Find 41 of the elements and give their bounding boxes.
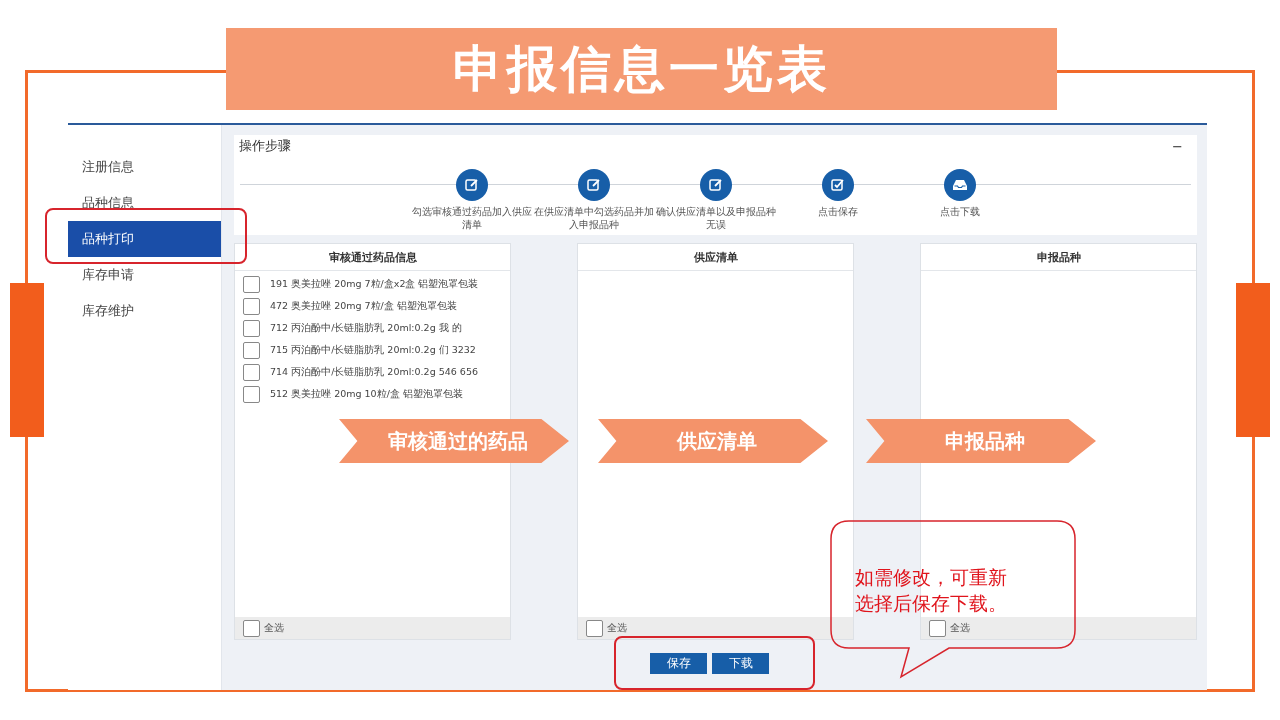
- checkbox[interactable]: [929, 619, 946, 637]
- checkbox[interactable]: [243, 342, 260, 359]
- sidebar-item[interactable]: 库存维护: [68, 293, 221, 329]
- step-label: 点击下载: [939, 205, 981, 218]
- edit-icon: [709, 178, 723, 192]
- drug-item: 715 丙泊酚中/长链脂肪乳 20ml:0.2g 们 3232: [270, 344, 476, 357]
- drug-item: 191 奥美拉唑 20mg 7粒/盒x2盒 铝塑泡罩包装: [270, 278, 479, 291]
- list-title: 审核通过药品信息: [235, 244, 510, 271]
- drug-item: 714 丙泊酚中/长链脂肪乳 20ml:0.2g 546 656: [270, 366, 478, 379]
- sidebar-item[interactable]: 注册信息: [68, 149, 221, 185]
- download-button[interactable]: 下载: [712, 653, 769, 674]
- sidebar-item[interactable]: 品种打印: [68, 221, 221, 257]
- drug-item: 512 奥美拉唑 20mg 10粒/盒 铝塑泡罩包装: [270, 388, 463, 401]
- step-label: 勾选审核通过药品加入供应清单: [411, 205, 533, 231]
- step-label: 确认供应清单以及申报品种无误: [655, 205, 777, 231]
- drug-item: 472 奥美拉唑 20mg 7粒/盒 铝塑泡罩包装: [270, 300, 457, 313]
- slide-title: 申报信息一览表: [226, 28, 1057, 110]
- checkbox[interactable]: [243, 386, 260, 403]
- checkbox[interactable]: [243, 364, 260, 381]
- edit-icon: [587, 178, 601, 192]
- step-label: 点击保存: [817, 205, 859, 218]
- checkbox[interactable]: [243, 298, 260, 315]
- sidebar-item[interactable]: 库存申请: [68, 257, 221, 293]
- list-title: 供应清单: [578, 244, 853, 271]
- collapse-button[interactable]: −: [1172, 138, 1183, 154]
- step-label: 在供应清单中勾选药品并加入申报品种: [533, 205, 655, 231]
- list-title: 申报品种: [921, 244, 1196, 271]
- note-text: 如需修改，可重新 选择后保存下载。: [855, 565, 1007, 616]
- select-all-label: 全选: [950, 621, 970, 635]
- save-button[interactable]: 保存: [650, 653, 707, 674]
- checkbox[interactable]: [243, 619, 260, 637]
- inbox-icon: [953, 179, 967, 191]
- select-all-label: 全选: [607, 621, 627, 635]
- checkbox[interactable]: [586, 619, 603, 637]
- checkbox[interactable]: [243, 320, 260, 337]
- checkbox[interactable]: [243, 276, 260, 293]
- panel-title: 操作步骤: [239, 137, 291, 155]
- drug-item: 712 丙泊酚中/长链脂肪乳 20ml:0.2g 我 的: [270, 322, 462, 335]
- checkbox-icon: [831, 178, 845, 192]
- select-all-label: 全选: [264, 621, 284, 635]
- edit-icon: [465, 178, 479, 192]
